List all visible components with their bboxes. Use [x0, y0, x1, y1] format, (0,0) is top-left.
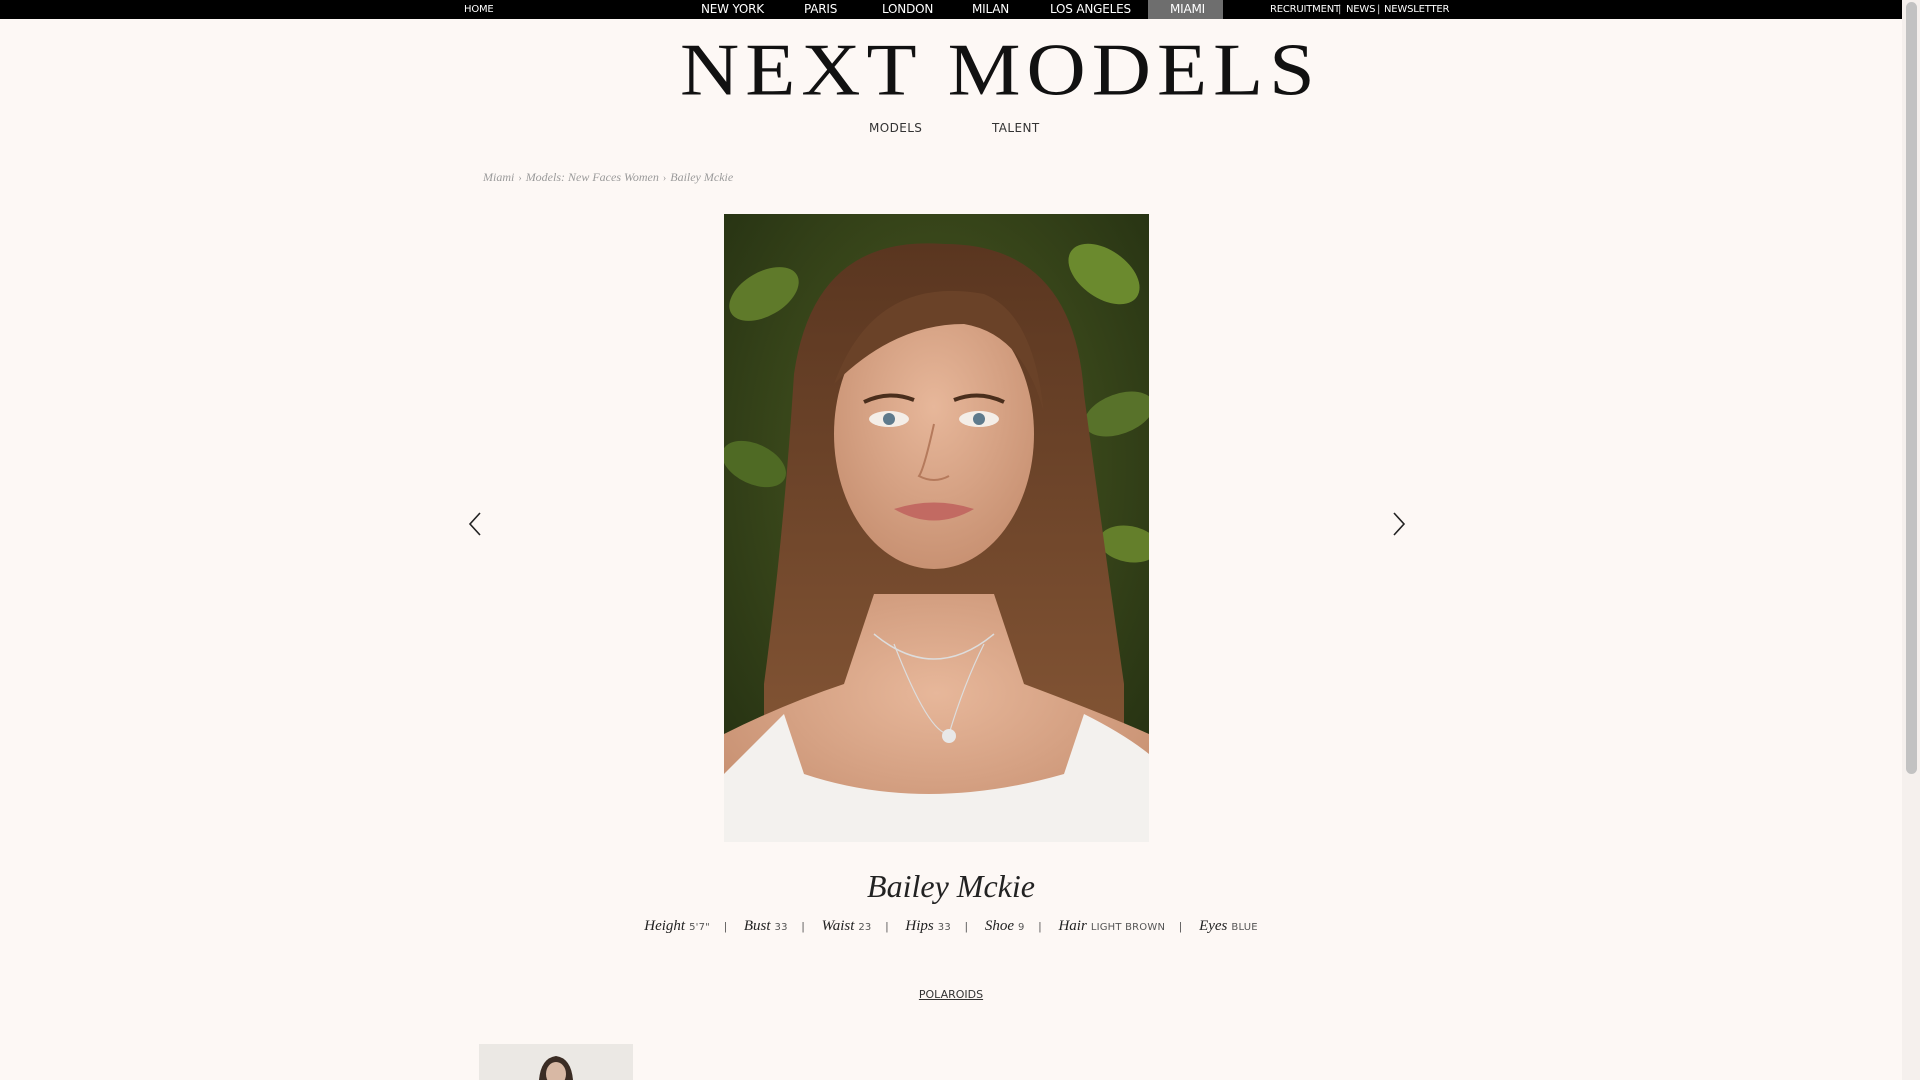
recruitment-link[interactable]: RECRUITMENT [1270, 0, 1340, 19]
polaroids-link[interactable]: POLAROIDS [919, 988, 983, 1001]
city-link-paris[interactable]: PARIS [804, 0, 837, 19]
stat-label: Waist [821, 918, 855, 934]
city-link-new-york[interactable]: NEW YORK [701, 0, 764, 19]
stat-waist: Waist 23 [822, 918, 872, 935]
breadcrumb-separator: › [518, 173, 522, 184]
topbar-separator: | [1377, 4, 1381, 15]
stat-label: Eyes [1199, 918, 1228, 934]
stat-hips: Hips 33 [905, 918, 950, 935]
stat-separator: | [1179, 921, 1182, 933]
stat-value: 9 [1017, 922, 1025, 933]
page-scrollbar[interactable] [1902, 0, 1920, 1080]
polaroid-thumbnail[interactable] [479, 1044, 633, 1080]
site-logo[interactable]: NEXT MODELS [680, 33, 1315, 107]
stat-bust: Bust 33 [744, 918, 788, 935]
stat-label: Shoe [984, 918, 1014, 934]
polaroids-section: POLAROIDS [0, 988, 1902, 1001]
subnav-models[interactable]: MODELS [869, 121, 922, 135]
news-link[interactable]: NEWS [1346, 0, 1375, 19]
stat-separator: | [723, 921, 727, 933]
breadcrumb: Miami › Models: New Faces Women › Bailey Mck… [483, 170, 733, 185]
stat-separator: | [964, 921, 968, 933]
topbar-separator: | [1338, 4, 1342, 15]
city-link-london[interactable]: LONDON [882, 0, 933, 19]
stat-hair: Hair LIGHT BROWN [1058, 918, 1165, 935]
stat-value: 33 [937, 922, 951, 933]
stat-label: Hips [905, 918, 934, 934]
stat-value: BLUE [1231, 922, 1258, 933]
stat-label: Hair [1058, 918, 1087, 934]
newsletter-link[interactable]: NEWSLETTER [1384, 0, 1449, 19]
home-link[interactable]: HOME [464, 0, 494, 19]
scrollbar-thumb[interactable] [1906, 2, 1917, 774]
model-main-photo[interactable] [724, 214, 1149, 842]
breadcrumb-separator: › [662, 173, 667, 184]
chevron-right-icon[interactable] [1388, 510, 1408, 538]
breadcrumb-item-category[interactable]: Models: New Faces Women [526, 170, 659, 184]
chevron-left-icon[interactable] [466, 510, 486, 538]
top-navigation-bar: HOME NEW YORK PARIS LONDON MILAN LOS ANG… [0, 0, 1902, 19]
city-link-los-angeles[interactable]: LOS ANGELES [1050, 0, 1131, 19]
stat-label: Height [644, 918, 686, 934]
stat-separator: | [1038, 921, 1042, 933]
stat-separator: | [801, 921, 805, 933]
stat-label: Bust [743, 918, 771, 934]
city-link-miami[interactable]: MIAMI [1170, 0, 1205, 19]
stat-value: 23 [858, 922, 872, 933]
stat-separator: | [885, 921, 889, 933]
stat-value: LIGHT BROWN [1090, 922, 1166, 933]
stat-eyes: Eyes BLUE [1199, 918, 1258, 935]
breadcrumb-current: Bailey Mckie [670, 170, 734, 184]
stat-value: 5'7" [689, 922, 710, 933]
breadcrumb-item-miami[interactable]: Miami [483, 170, 514, 184]
stat-value: 33 [774, 922, 788, 933]
stat-shoe: Shoe 9 [985, 918, 1025, 935]
subnav-talent[interactable]: TALENT [992, 121, 1040, 135]
city-link-milan[interactable]: MILAN [972, 0, 1009, 19]
stat-height: Height 5'7" [644, 918, 710, 935]
model-measurements: Height 5'7" | Bust 33 | Waist 23 | Hips 33 | Sho… [0, 918, 1902, 935]
model-name: Bailey Mckie [867, 868, 1035, 904]
